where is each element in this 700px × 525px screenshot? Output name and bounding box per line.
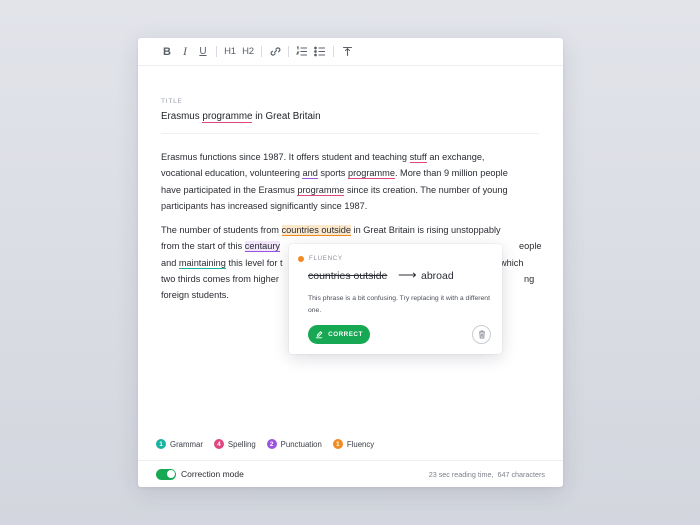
edit-icon <box>315 330 323 338</box>
punctuation-count-badge: 2 <box>266 439 277 449</box>
legend-label: Punctuation <box>280 439 322 449</box>
text-run: and <box>161 257 179 268</box>
correction-mode-toggle[interactable] <box>156 468 176 480</box>
legend-label: Spelling <box>227 439 256 449</box>
text-run: vocational education, volunteering <box>161 168 303 179</box>
toolbar-divider <box>261 46 262 57</box>
arrow-right-icon: ⟶ <box>398 267 417 282</box>
spelling-mark[interactable]: stuff <box>409 152 427 163</box>
title-part: in Great Britain <box>252 111 321 122</box>
spelling-mark[interactable]: programme <box>347 168 395 180</box>
clear-format-button[interactable] <box>338 43 356 61</box>
text-run: in Great Britain is rising unstoppably <box>350 225 501 235</box>
grammar-mark[interactable]: maintaining <box>178 257 226 269</box>
toolbar-divider <box>216 46 217 57</box>
ordered-list-button[interactable] <box>293 43 311 61</box>
text-run: ng <box>524 273 535 284</box>
text-run: . More than 9 million people <box>394 168 508 179</box>
punctuation-mark[interactable]: and <box>302 168 318 180</box>
issue-legend: 1 Grammar 4 Spelling 2 Punctuation 1 Flu… <box>156 439 385 449</box>
legend-label: Grammar <box>170 439 203 449</box>
document-title[interactable]: Erasmus programme in Great Britain <box>161 111 321 123</box>
heading2-button[interactable]: H2 <box>239 43 257 61</box>
spelling-count-badge: 4 <box>213 439 224 449</box>
title-label: TITLE <box>161 98 183 105</box>
title-part: Erasmus <box>161 111 203 122</box>
text-run: this level for t <box>225 257 283 268</box>
legend-grammar[interactable]: 1 Grammar <box>156 439 203 449</box>
italic-button[interactable]: I <box>176 43 194 61</box>
text-line: have participated in the Erasmus program… <box>161 182 546 198</box>
text-run: an exchange, <box>426 152 485 162</box>
correct-button[interactable]: CORRECT <box>308 325 370 344</box>
correct-button-label: CORRECT <box>328 331 363 338</box>
trash-icon <box>478 330 485 339</box>
bullet-list-icon <box>314 46 325 57</box>
link-icon <box>270 47 280 56</box>
suggestion-popup: FLUENCY countries outside ⟶ abroad This … <box>289 244 502 354</box>
fluency-count-badge: 1 <box>332 439 343 449</box>
legend-label: Fluency <box>346 439 375 449</box>
ordered-list-icon <box>296 46 307 56</box>
title-divider <box>161 133 539 134</box>
reading-time: 23 sec reading time, <box>428 469 494 479</box>
heading1-button[interactable]: H1 <box>221 43 239 61</box>
paragraph-1[interactable]: Erasmus functions since 1987. It offers … <box>161 149 546 214</box>
text-run: from the start of this <box>161 241 245 252</box>
bold-button[interactable]: B <box>158 43 176 61</box>
fluency-dot-icon <box>298 256 304 262</box>
toggle-knob <box>166 470 175 478</box>
text-run: The number of students from <box>161 225 282 235</box>
text-run: sports <box>317 168 348 179</box>
clear-format-icon <box>342 46 352 57</box>
suggestion-message: This phrase is a bit confusing. Try repl… <box>308 295 490 314</box>
spelling-mark[interactable]: programme <box>297 184 345 196</box>
editor-card: B I U H1 H2 TITLE Erasmus programme in G… <box>138 38 563 487</box>
text-run: since its creation. The number of young <box>344 184 508 195</box>
legend-fluency[interactable]: 1 Fluency <box>332 439 375 449</box>
document-stats: 23 sec reading time, 647 characters <box>429 470 545 479</box>
text-line: participants has increased significantly… <box>161 200 368 211</box>
bullet-list-button[interactable] <box>311 43 329 61</box>
grammar-count-badge: 1 <box>156 439 166 449</box>
text-run: have participated in the Erasmus <box>161 184 298 195</box>
text-line: vocational education, volunteering and s… <box>161 165 546 181</box>
legend-spelling[interactable]: 4 Spelling <box>213 439 256 449</box>
dismiss-button[interactable] <box>472 325 491 344</box>
text-run: eople <box>519 241 542 252</box>
toolbar-divider <box>288 46 289 57</box>
status-footer: Correction mode 23 sec reading time, 647 … <box>138 460 563 487</box>
correction-mode-label: Correction mode <box>181 469 244 479</box>
character-count: 647 characters <box>497 469 545 479</box>
text-run: which <box>500 257 524 268</box>
toolbar-divider <box>333 46 334 57</box>
replacement-phrase[interactable]: abroad <box>421 270 454 282</box>
punctuation-mark[interactable]: centaury <box>244 241 280 253</box>
suggestion-category: FLUENCY <box>309 255 343 262</box>
formatting-toolbar: B I U H1 H2 <box>138 38 563 66</box>
legend-punctuation[interactable]: 2 Punctuation <box>266 439 322 449</box>
fluency-mark[interactable]: countries outside <box>281 225 351 236</box>
underline-button[interactable]: U <box>194 43 212 61</box>
link-button[interactable] <box>266 43 284 61</box>
text-run: two thirds comes from higher <box>161 273 279 284</box>
text-run: Erasmus functions since 1987. It offers … <box>161 152 410 162</box>
text-line: Erasmus functions since 1987. It offers … <box>161 149 546 165</box>
original-phrase: countries outside <box>308 270 388 282</box>
spelling-mark[interactable]: programme <box>202 111 253 123</box>
text-line: The number of students from countries ou… <box>161 222 546 238</box>
